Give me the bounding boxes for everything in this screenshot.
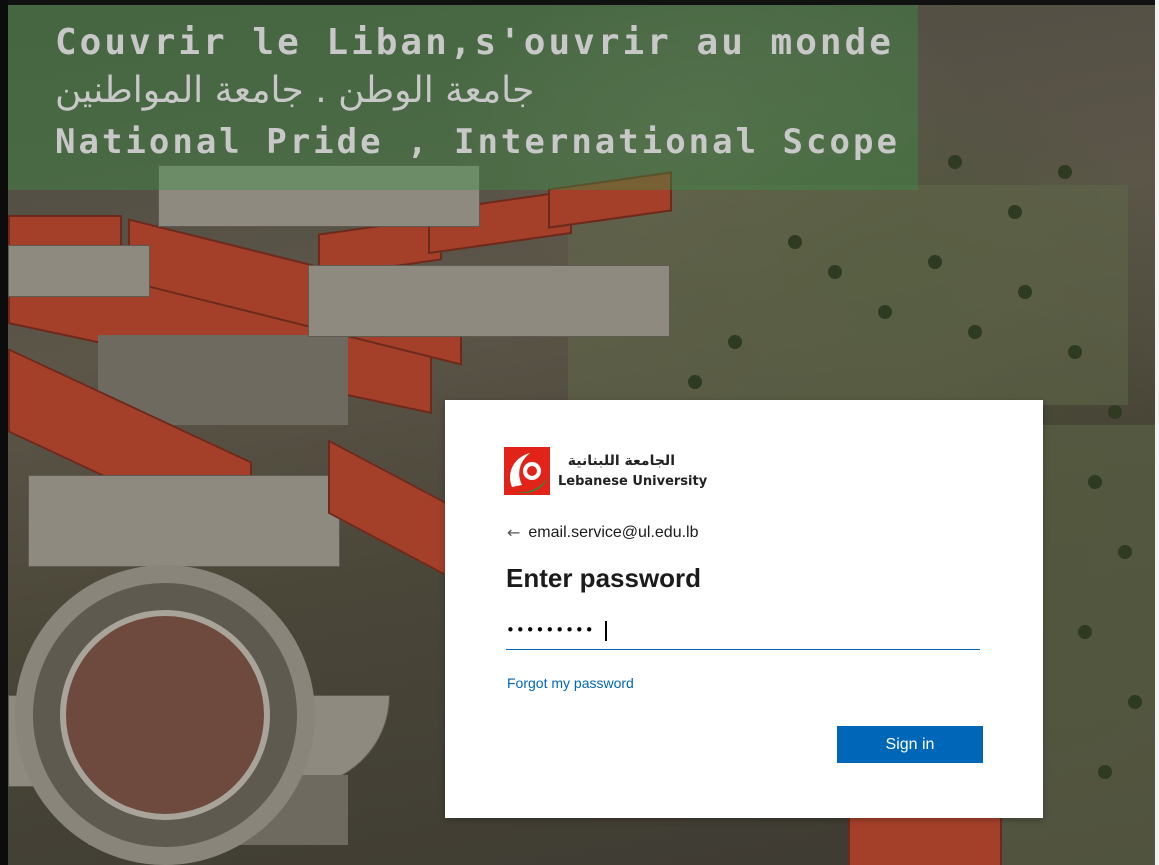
logo-english-name: Lebanese University — [558, 474, 708, 489]
slogan-french: Couvrir le Liban,s'ouvrir au monde — [55, 22, 894, 63]
sign-in-button[interactable]: Sign in — [837, 726, 983, 763]
password-field-container — [506, 615, 980, 650]
lebanese-university-logo-icon — [504, 447, 550, 495]
logo-arabic-name: الجامعة اللبنانية — [567, 453, 675, 469]
text-caret — [605, 621, 607, 641]
login-card: الجامعة اللبنانية Lebanese University ← … — [445, 400, 1043, 818]
window-left-edge — [0, 0, 8, 865]
amphitheatre-stage — [60, 610, 270, 820]
slogan-english: National Pride , International Scope — [55, 122, 900, 162]
forgot-password-link[interactable]: Forgot my password — [507, 675, 634, 691]
password-input[interactable] — [506, 615, 980, 645]
university-logo: الجامعة اللبنانية Lebanese University — [504, 447, 764, 499]
account-email: email.service@ul.edu.lb — [528, 524, 699, 541]
window-right-edge — [1155, 0, 1159, 865]
left-arrow-icon[interactable]: ← — [507, 525, 520, 541]
back-to-account-button[interactable]: ← email.service@ul.edu.lb — [507, 524, 699, 542]
page-title: Enter password — [506, 563, 702, 593]
slogan-arabic: جامعة الوطن . جامعة المواطنين — [55, 70, 535, 111]
